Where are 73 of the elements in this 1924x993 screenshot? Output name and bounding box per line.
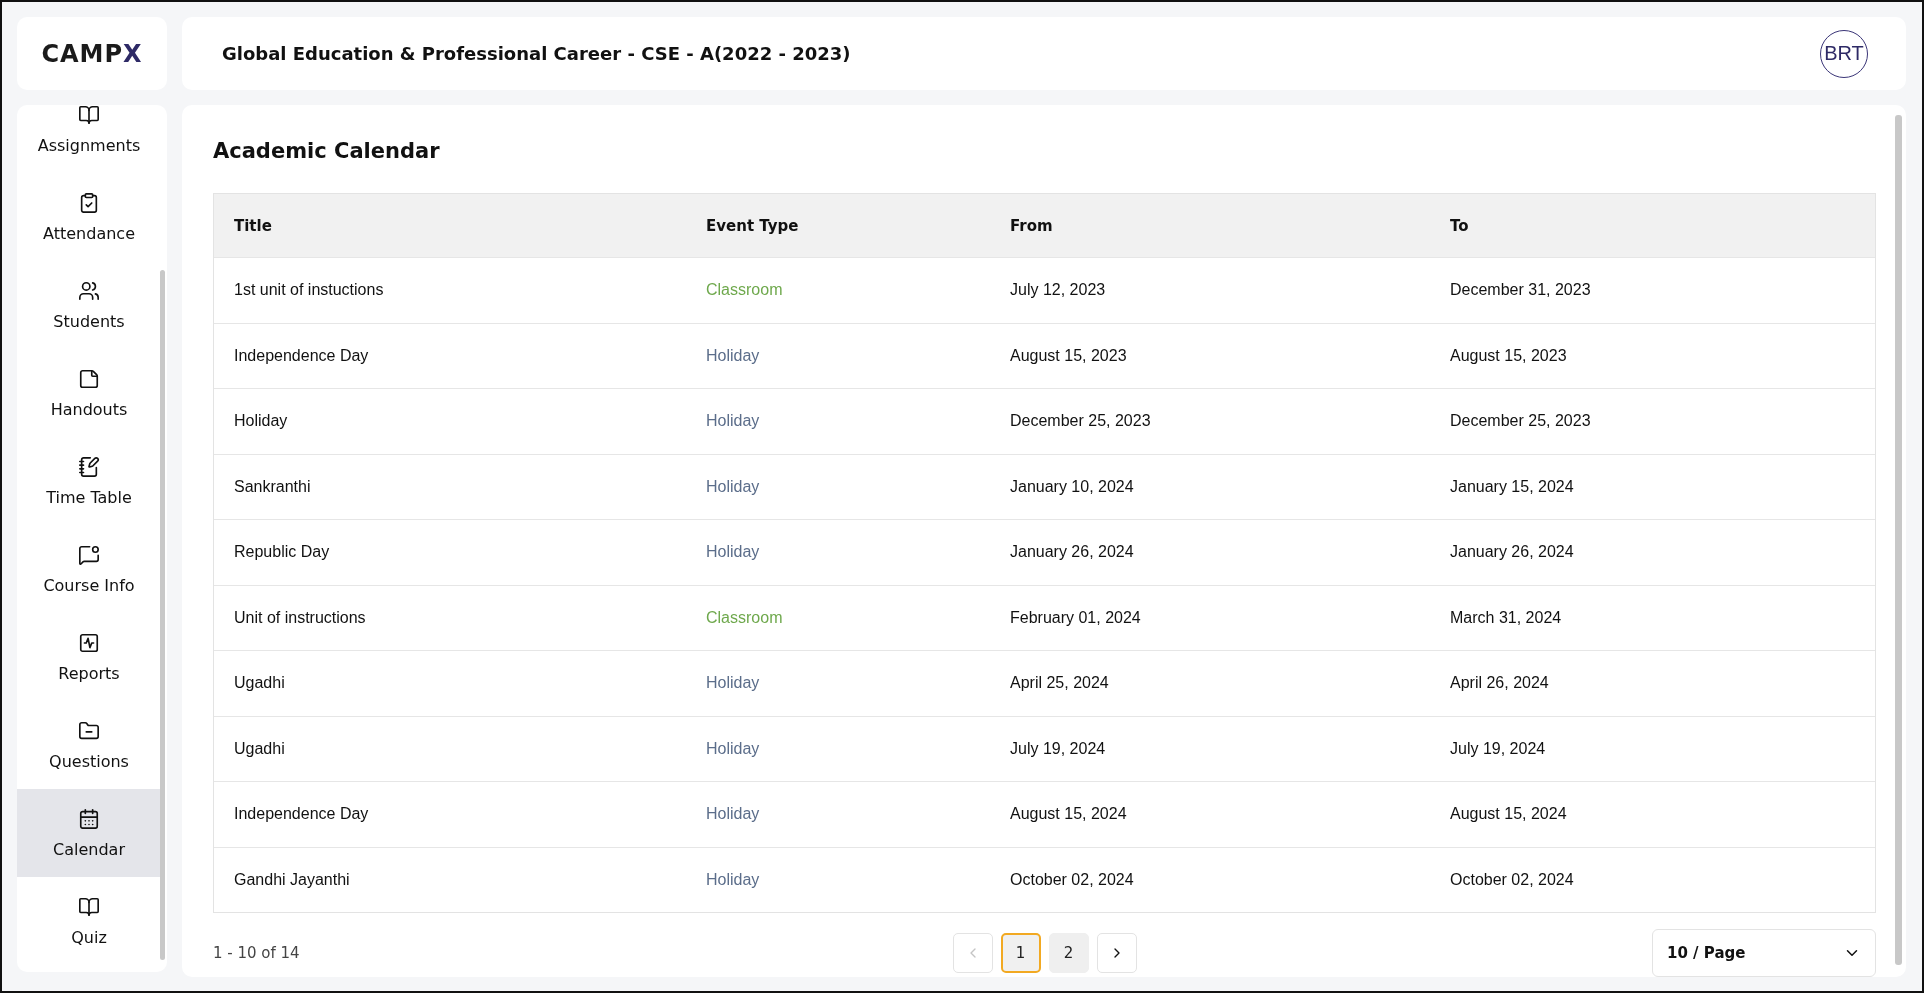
table-cell-text: October 02, 2024 (1450, 870, 1575, 889)
table-cell-text: August 15, 2023 (1450, 346, 1568, 365)
sidebar-item[interactable]: Assignments (17, 105, 161, 173)
table-cell-text: October 02, 2024 (1010, 870, 1135, 889)
table-cell-text: December 31, 2023 (1450, 281, 1592, 300)
sidebar-item[interactable]: Reports (17, 613, 161, 701)
page-button[interactable]: 2 (1048, 933, 1089, 973)
users-icon (78, 279, 100, 302)
next-page-button[interactable] (1096, 933, 1137, 973)
page-size-select[interactable]: 10 / Page (1652, 929, 1876, 977)
sidebar-item[interactable]: Handouts (17, 349, 161, 437)
column-header: Title (234, 216, 273, 235)
table-cell-text: April 26, 2024 (1450, 674, 1550, 693)
table-cell-text: December 25, 2023 (1010, 412, 1152, 431)
table-cell-text: January 10, 2024 (1010, 477, 1135, 496)
message-dot-icon (78, 543, 100, 566)
sidebar-item[interactable]: Time Table (17, 437, 161, 525)
event-type: Holiday (706, 543, 761, 562)
table-cell-text: January 26, 2024 (1010, 543, 1135, 562)
event-type: Holiday (706, 805, 761, 824)
table-cell-text: July 19, 2024 (1010, 739, 1107, 758)
scrollbar[interactable] (160, 270, 165, 960)
event-type: Holiday (706, 412, 761, 431)
table-cell-text: Republic Day (234, 543, 331, 562)
event-type: Holiday (706, 477, 761, 496)
event-type: Holiday (706, 739, 761, 758)
table-cell-text: August 15, 2024 (1010, 805, 1128, 824)
table-cell-text: August 15, 2023 (1010, 346, 1128, 365)
column-header: Event Type (706, 216, 800, 235)
table-cell-text: July 19, 2024 (1450, 739, 1547, 758)
sidebar-item[interactable]: Students (17, 261, 161, 349)
column-header: To (1450, 216, 1470, 235)
table-cell-text: August 15, 2024 (1450, 805, 1568, 824)
table-cell-text: Ugadhi (234, 674, 286, 693)
event-type: Holiday (706, 346, 761, 365)
sidebar-item[interactable]: Course Info (17, 525, 161, 613)
table-cell-text: Unit of instructions (234, 608, 367, 627)
scrollbar[interactable] (1895, 115, 1902, 965)
event-type: Holiday (706, 674, 761, 693)
table-cell-text: March 31, 2024 (1450, 608, 1563, 627)
sidebar-item[interactable]: Attendance (17, 173, 161, 261)
column-header: From (1010, 216, 1054, 235)
clipboard-check-icon (78, 191, 100, 214)
table-cell-text: Gandhi Jayanthi (234, 870, 351, 889)
calendar-icon (78, 807, 100, 830)
table-cell-text: 1st unit of instuctions (234, 281, 385, 300)
note-icon (78, 367, 100, 390)
event-type: Holiday (706, 870, 761, 889)
header-title: Global Education & Professional Career - CSE - A(2022 - 2023) (222, 43, 851, 64)
table-cell-text: Independence Day (234, 805, 370, 824)
table-cell-text: July 12, 2023 (1010, 281, 1107, 300)
sidebar-item[interactable]: Quiz (17, 877, 161, 965)
sidebar-item[interactable]: Calendar (17, 789, 161, 877)
event-type: Classroom (706, 281, 784, 300)
page-range: 1 - 10 of 14 (213, 944, 301, 962)
notebook-icon (78, 455, 100, 478)
campx-logo: CAMPX (41, 39, 143, 68)
folder-icon (78, 719, 100, 742)
page-button[interactable]: 1 (1000, 933, 1041, 973)
table-cell-text: February 01, 2024 (1010, 608, 1142, 627)
event-type: Classroom (706, 608, 784, 627)
table-cell-text: Independence Day (234, 346, 370, 365)
table-cell-text: April 25, 2024 (1010, 674, 1110, 693)
table-cell-text: Ugadhi (234, 739, 286, 758)
sidebar-item[interactable]: Questions (17, 701, 161, 789)
page-title: Academic Calendar (213, 139, 441, 163)
book-icon (78, 895, 100, 918)
table-cell-text: Holiday (234, 412, 289, 431)
table-cell-text: January 15, 2024 (1450, 477, 1575, 496)
table-cell-text: December 25, 2023 (1450, 412, 1592, 431)
table-cell-text: January 26, 2024 (1450, 543, 1575, 562)
table-cell-text: Sankranthi (234, 477, 312, 496)
book-icon (78, 105, 100, 126)
